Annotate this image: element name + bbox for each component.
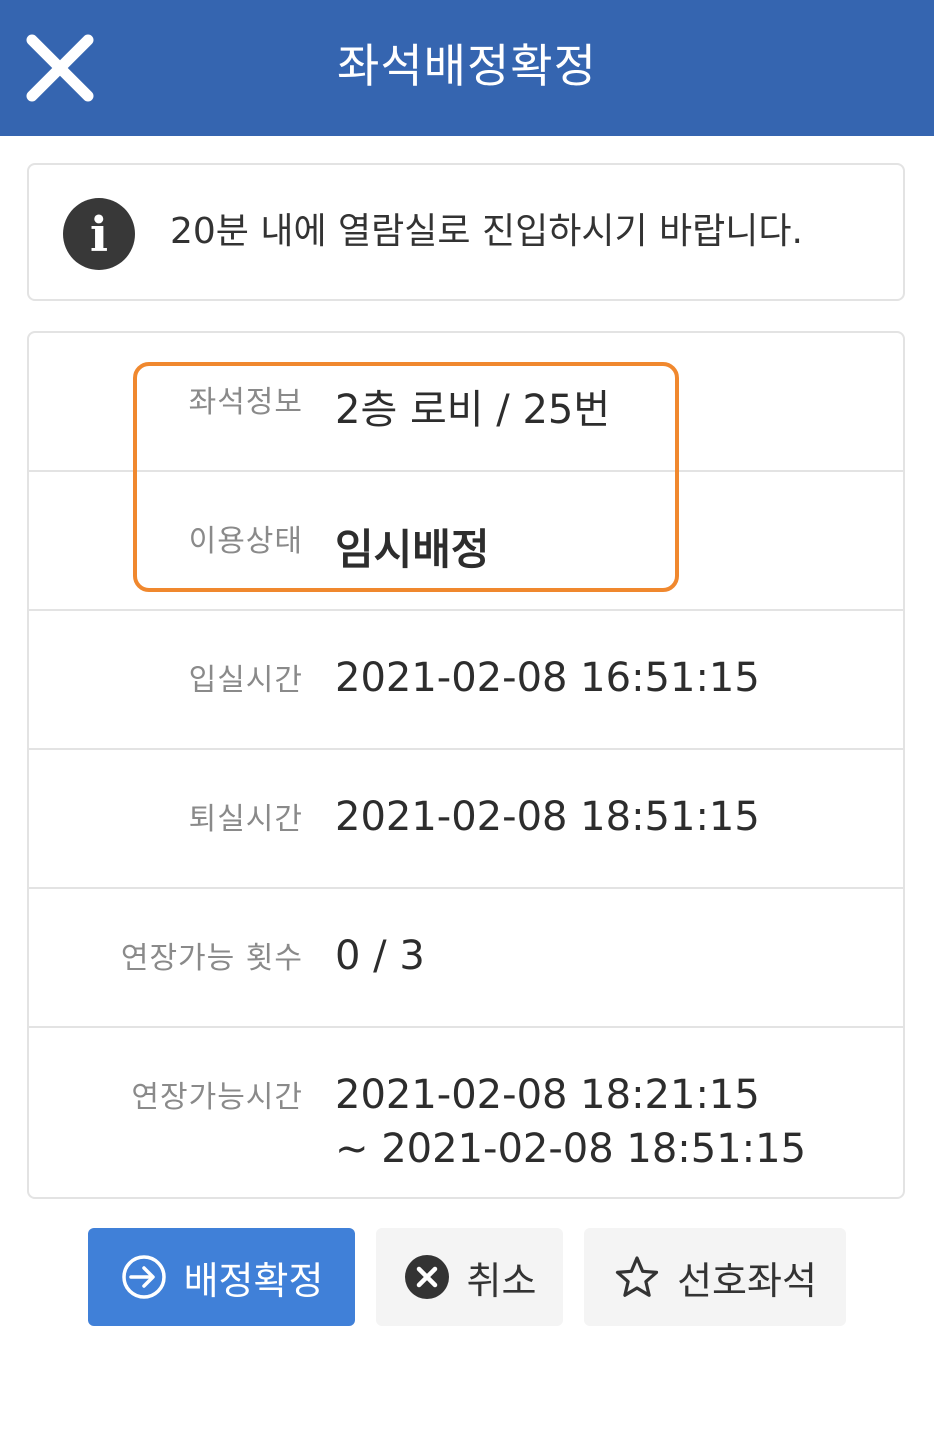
seat-details: 좌석정보 2층 로비 / 25번 이용상태 임시배정 입실시간 2021-02-… <box>27 331 905 1199</box>
row-extend-time: 연장가능시간 2021-02-08 18:21:15 ~ 2021-02-08 … <box>29 1028 903 1202</box>
checkout-label: 퇴실시간 <box>188 802 303 837</box>
extend-count-label: 연장가능 횟수 <box>120 941 303 976</box>
cancel-button[interactable]: 취소 <box>376 1228 563 1326</box>
row-seat-info: 좌석정보 2층 로비 / 25번 <box>29 333 903 472</box>
app-header: 좌석배정확정 <box>0 0 934 136</box>
extend-time-end: ~ 2021-02-08 18:51:15 <box>335 1126 807 1172</box>
extend-time-start: 2021-02-08 18:21:15 <box>335 1072 760 1118</box>
favorite-label: 선호좌석 <box>677 1258 817 1303</box>
cancel-label: 취소 <box>466 1258 537 1303</box>
extend-time-value: 2021-02-08 18:21:15 ~ 2021-02-08 18:51:1… <box>335 1068 806 1176</box>
close-circle-icon <box>403 1253 451 1301</box>
checkin-value: 2021-02-08 16:51:15 <box>335 655 760 701</box>
seat-info-label: 좌석정보 <box>188 385 303 420</box>
extend-count-value: 0 / 3 <box>335 933 425 979</box>
status-label: 이용상태 <box>188 524 303 559</box>
seat-info-value: 2층 로비 / 25번 <box>335 387 611 433</box>
enter-arrow-icon <box>120 1253 168 1301</box>
status-value: 임시배정 <box>335 525 490 574</box>
row-status: 이용상태 임시배정 <box>29 472 903 611</box>
star-icon <box>613 1253 661 1301</box>
checkout-value: 2021-02-08 18:51:15 <box>335 794 760 840</box>
row-extend-count: 연장가능 횟수 0 / 3 <box>29 889 903 1028</box>
page-title: 좌석배정확정 <box>337 39 597 93</box>
confirm-label: 배정확정 <box>183 1258 324 1303</box>
row-checkout: 퇴실시간 2021-02-08 18:51:15 <box>29 750 903 889</box>
notice-text: 20분 내에 열람실로 진입하시기 바랍니다. <box>170 211 803 252</box>
confirm-assignment-button[interactable]: 배정확정 <box>88 1228 355 1326</box>
row-checkin: 입실시간 2021-02-08 16:51:15 <box>29 611 903 750</box>
favorite-seat-button[interactable]: 선호좌석 <box>584 1228 846 1326</box>
notice-box: i 20분 내에 열람실로 진입하시기 바랍니다. <box>27 163 905 301</box>
info-icon: i <box>63 198 135 270</box>
extend-time-label: 연장가능시간 <box>131 1080 303 1115</box>
checkin-label: 입실시간 <box>188 663 303 698</box>
